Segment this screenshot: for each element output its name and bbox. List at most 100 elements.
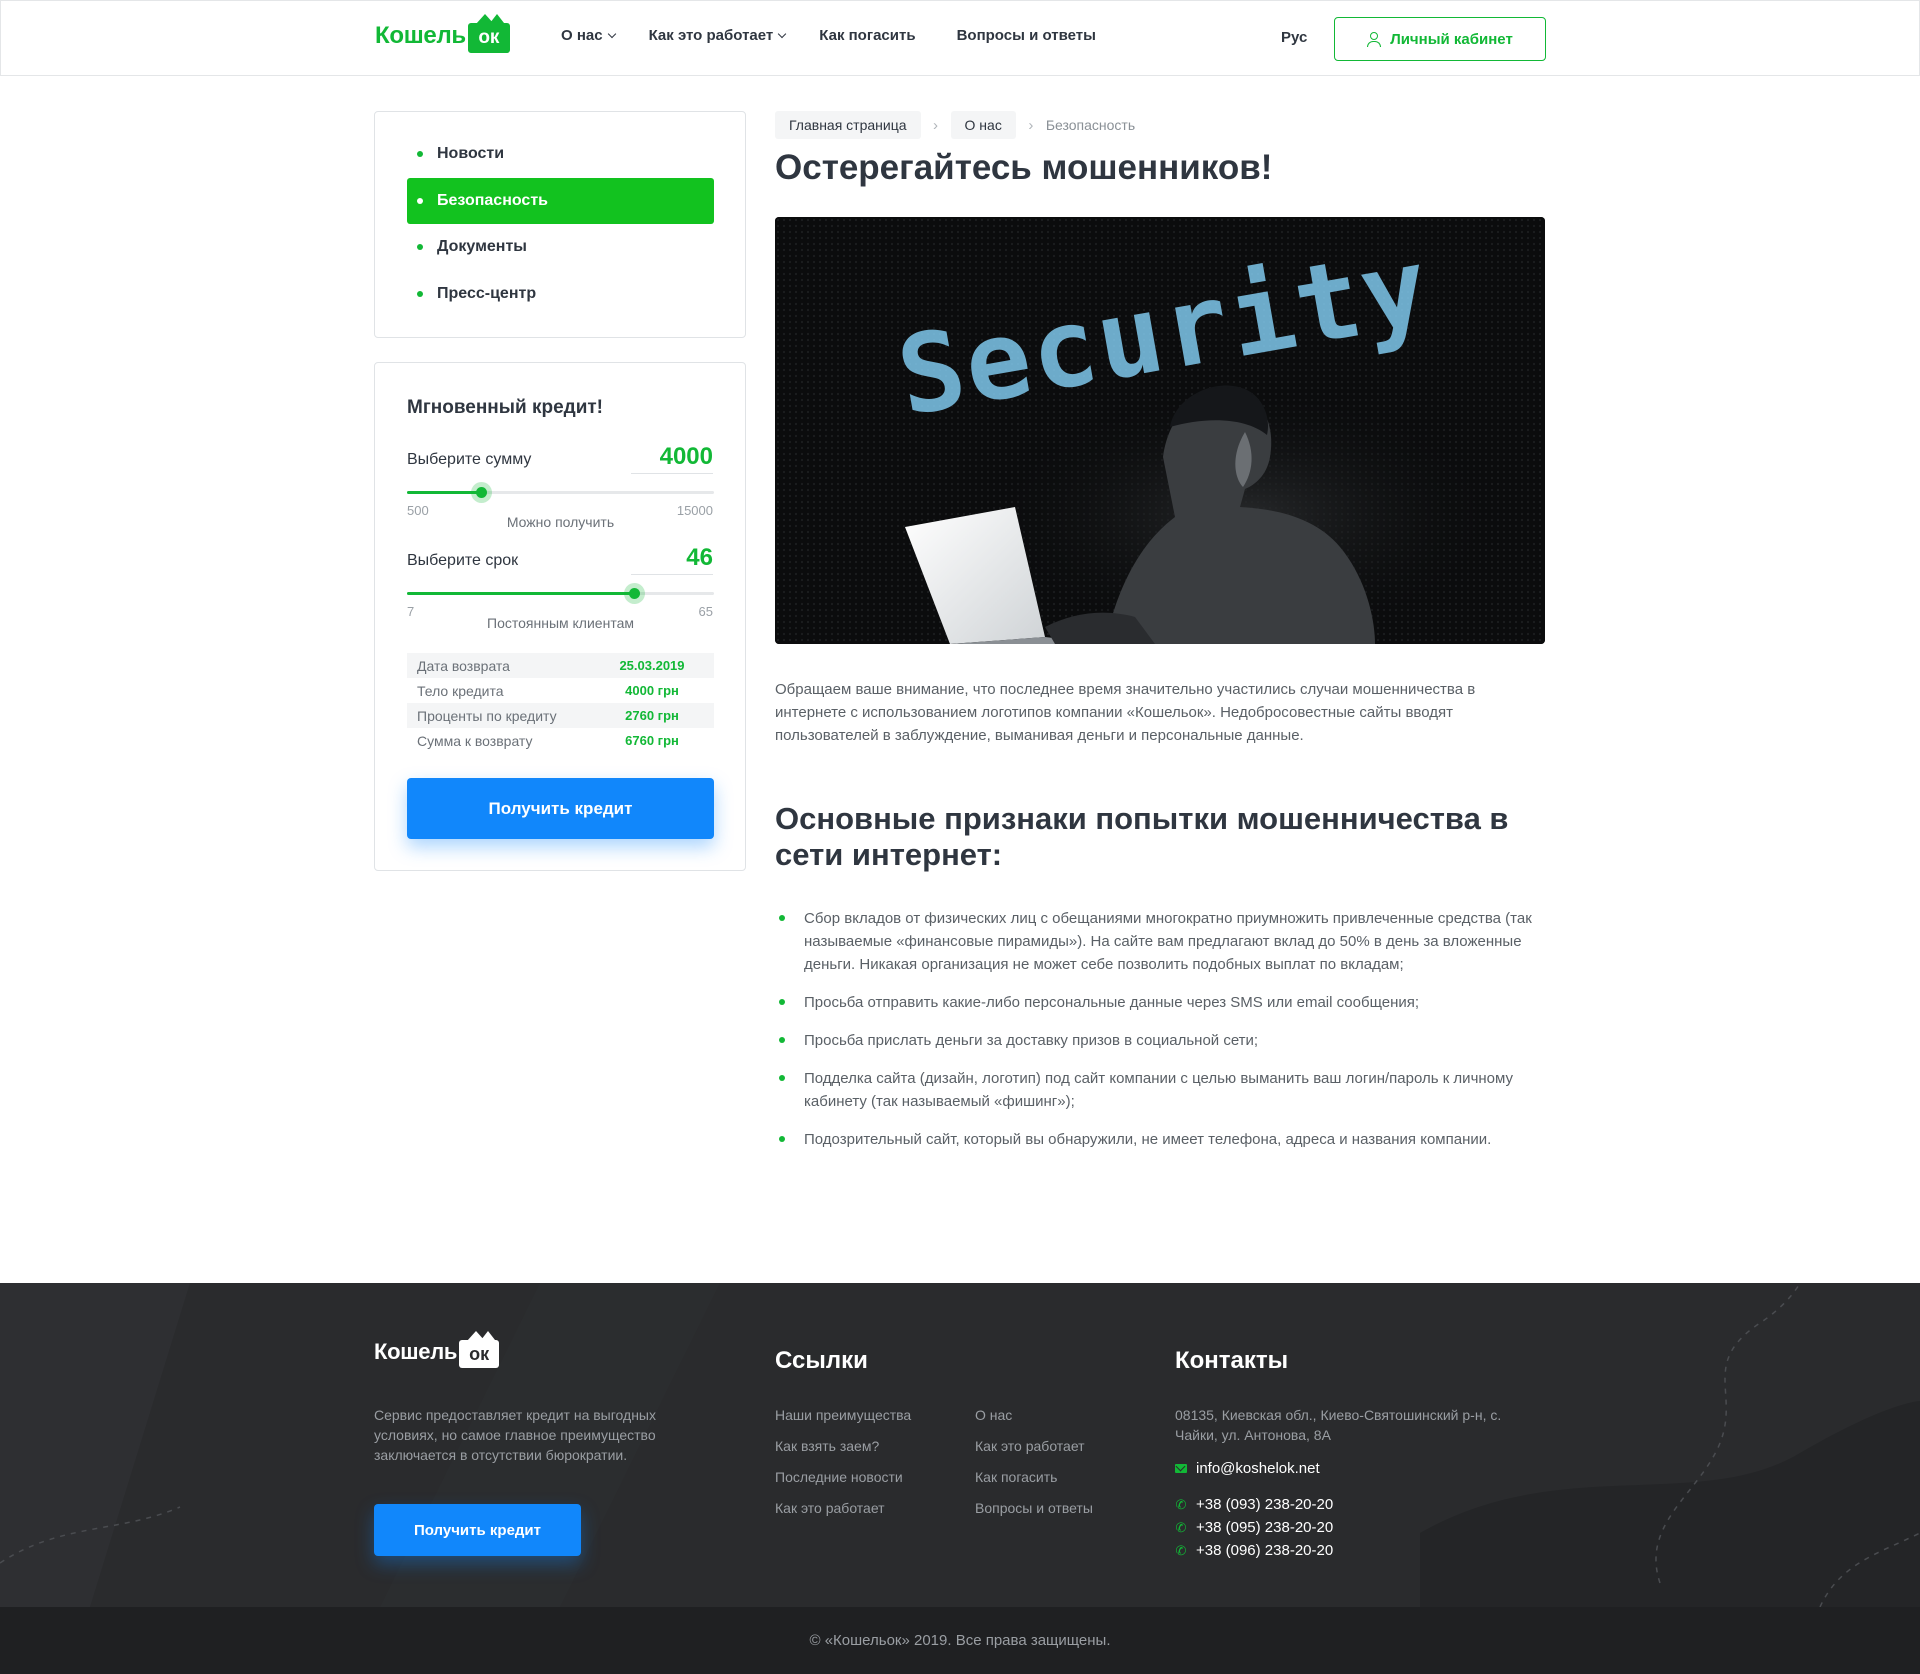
logo-badge: ок <box>467 14 510 53</box>
page-title: Остерегайтесь мошенников! <box>775 148 1273 187</box>
amount-slider-handle[interactable] <box>470 482 492 503</box>
footer-contacts-heading: Контакты <box>1175 1347 1289 1374</box>
breadcrumb-about[interactable]: О нас <box>950 111 1016 139</box>
term-slider[interactable] <box>407 583 714 604</box>
footer-phone-link[interactable]: ✆ +38 (095) 238-20-20 <box>1175 1519 1334 1536</box>
sidebar-item-label: Новости <box>437 145 505 162</box>
amount-value[interactable]: 4000 <box>631 443 713 474</box>
mail-icon <box>1175 1464 1187 1473</box>
site-footer: Кошель ок Сервис предоставляет кредит на… <box>0 1283 1920 1607</box>
list-item-text: Подделка сайта (дизайн, логотип) под сай… <box>804 1070 1513 1110</box>
term-label: Выберите срок <box>407 552 519 569</box>
nav-item-faq[interactable]: Вопросы и ответы <box>957 27 1096 44</box>
sidebar-item-news[interactable]: Новости <box>407 131 714 177</box>
nav-label: Вопросы и ответы <box>956 27 1096 44</box>
phone-text: +38 (095) 238-20-20 <box>1196 1519 1334 1536</box>
footer-link[interactable]: Наши преимущества <box>775 1405 955 1425</box>
footer-links-column-1: Наши преимущества Как взять заем? Послед… <box>775 1405 955 1529</box>
logo-badge: ок <box>459 1331 500 1368</box>
breadcrumb-current: Безопасность <box>1045 117 1136 133</box>
footer-description: Сервис предоставляет кредит на выгодных … <box>374 1407 656 1463</box>
section-heading: Основные признаки попытки мошенничества … <box>775 801 1509 872</box>
summary-value: 2760 грн <box>625 708 679 723</box>
copyright-text: © «Кошельок» 2019. Все права защищены. <box>809 1632 1111 1649</box>
get-credit-button[interactable]: Получить кредит <box>407 778 714 839</box>
nav-item-about[interactable]: О нас <box>561 27 616 44</box>
nav-label: О нас <box>561 27 603 44</box>
phone-icon: ✆ <box>1175 1542 1187 1558</box>
list-item: Просьба прислать деньги за доставку приз… <box>775 1029 1545 1052</box>
footer-link[interactable]: Последние новости <box>775 1467 955 1487</box>
amount-note: Можно получить <box>506 514 615 530</box>
bullet-dot <box>779 1037 785 1043</box>
credit-calculator: Мгновенный кредит! Выберите сумму 4000 5… <box>374 362 746 871</box>
bullet-dot <box>417 198 423 204</box>
sidebar-item-label: Безопасность <box>437 192 548 209</box>
term-slider-fill <box>407 592 635 595</box>
footer-link[interactable]: О нас <box>975 1405 1155 1425</box>
personal-cabinet-label: Личный кабинет <box>1390 30 1513 48</box>
footer-links-heading: Ссылки <box>775 1347 868 1374</box>
term-slider-handle[interactable] <box>624 583 646 604</box>
bullet-dot <box>779 999 785 1005</box>
chevron-right-icon: › <box>1028 116 1034 134</box>
list-item-text: Подозрительный сайт, который вы обнаружи… <box>804 1131 1492 1148</box>
user-icon <box>1367 31 1382 47</box>
footer-phone-link[interactable]: ✆ +38 (096) 238-20-20 <box>1175 1542 1334 1559</box>
footer-link[interactable]: Как это работает <box>775 1498 955 1518</box>
summary-value: 4000 грн <box>625 683 679 698</box>
sidebar-item-label: Пресс-центр <box>437 285 537 302</box>
summary-row: Проценты по кредиту 2760 грн <box>407 703 714 728</box>
credit-summary-table: Дата возврата 25.03.2019 Тело кредита 40… <box>407 653 714 753</box>
list-item: Подделка сайта (дизайн, логотип) под сай… <box>775 1067 1545 1113</box>
footer-email-link[interactable]: info@koshelok.net <box>1175 1460 1320 1477</box>
sidebar-item-security[interactable]: Безопасность <box>407 178 714 224</box>
summary-key: Дата возврата <box>417 657 510 674</box>
bullet-dot <box>779 1136 785 1142</box>
list-item: Подозрительный сайт, который вы обнаружи… <box>775 1128 1545 1151</box>
security-hero-image: Security <box>775 217 1545 644</box>
footer-logo[interactable]: Кошель ок <box>374 1331 500 1368</box>
phone-icon: ✆ <box>1175 1519 1187 1535</box>
footer-link[interactable]: Как погасить <box>975 1467 1155 1487</box>
footer-link[interactable]: Как это работает <box>975 1436 1155 1456</box>
footer-link[interactable]: Как взять заем? <box>775 1436 955 1456</box>
email-text: info@koshelok.net <box>1196 1460 1320 1477</box>
nav-label: Как это работает <box>648 27 774 44</box>
logo-text: Кошель <box>374 1339 458 1364</box>
language-switcher[interactable]: Рус <box>1281 29 1307 46</box>
footer-phone-link[interactable]: ✆ +38 (093) 238-20-20 <box>1175 1496 1334 1513</box>
site-logo[interactable]: Кошель ок <box>375 14 510 57</box>
footer-link[interactable]: Вопросы и ответы <box>975 1498 1155 1518</box>
chevron-right-icon: › <box>933 116 939 134</box>
amount-label: Выберите сумму <box>407 451 532 468</box>
fraud-signs-list: Сбор вкладов от физических лиц с обещани… <box>775 907 1545 1166</box>
phone-icon: ✆ <box>1175 1496 1187 1512</box>
amount-slider[interactable] <box>407 482 714 503</box>
footer-get-credit-button[interactable]: Получить кредит <box>374 1504 581 1556</box>
logo-text: Кошель <box>375 22 466 49</box>
personal-cabinet-button[interactable]: Личный кабинет <box>1334 17 1546 61</box>
copyright-bar: © «Кошельок» 2019. Все права защищены. <box>0 1607 1920 1674</box>
nav-item-how-to-repay[interactable]: Как погасить <box>819 27 915 44</box>
list-item: Сбор вкладов от физических лиц с обещани… <box>775 907 1545 976</box>
summary-row: Дата возврата 25.03.2019 <box>407 653 714 678</box>
amount-slider-fill <box>407 491 481 494</box>
term-value[interactable]: 46 <box>631 544 713 575</box>
nav-item-how-it-works[interactable]: Как это работает <box>648 27 787 44</box>
phone-text: +38 (093) 238-20-20 <box>1196 1496 1334 1513</box>
footer-address: 08135, Киевская обл., Киево-Святошинский… <box>1175 1407 1502 1443</box>
phone-text: +38 (096) 238-20-20 <box>1196 1542 1334 1559</box>
chevron-down-icon <box>607 29 616 39</box>
sidebar-item-press-center[interactable]: Пресс-центр <box>407 271 714 317</box>
security-illustration: Security <box>775 217 1545 644</box>
sidebar-item-label: Документы <box>437 238 527 255</box>
summary-row: Сумма к возврату 6760 грн <box>407 728 714 753</box>
breadcrumb-home[interactable]: Главная страница <box>775 111 921 139</box>
sidebar-item-documents[interactable]: Документы <box>407 224 714 270</box>
intro-paragraph: Обращаем ваше внимание, что последнее вр… <box>775 681 1476 744</box>
site-header: Кошель ок О нас Как это работает Как пог… <box>0 0 1920 76</box>
nav-label: Как погасить <box>819 27 916 44</box>
bullet-dot <box>417 151 423 157</box>
term-note: Постоянным клиентам <box>487 615 634 631</box>
